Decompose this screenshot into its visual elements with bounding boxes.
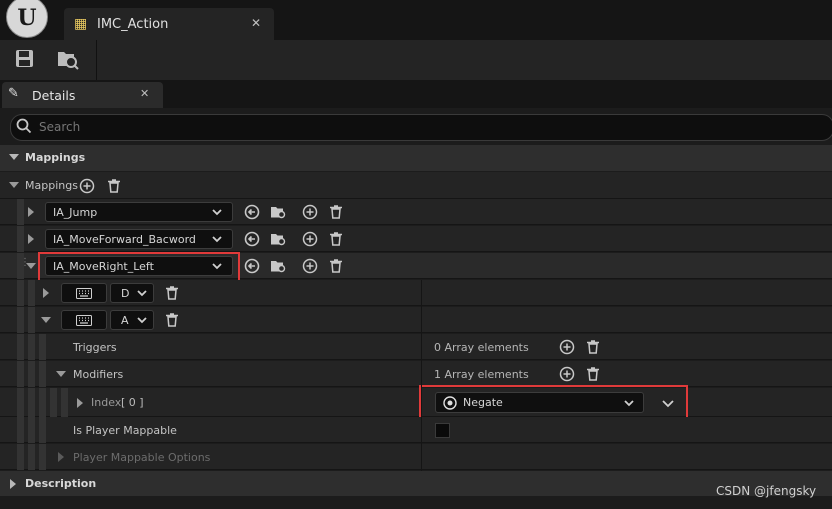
browse-folder-icon[interactable] — [270, 258, 286, 274]
asset-tab-label: IMC_Action — [97, 17, 169, 32]
key-label: A — [121, 314, 129, 327]
mappings-array-row: Mappings — [0, 172, 832, 199]
trash-icon[interactable] — [106, 178, 122, 194]
modifiers-label: Modifiers — [73, 368, 124, 381]
mapping-row-jump: IA_Jump — [0, 199, 832, 225]
index-label: Index — [91, 396, 122, 409]
modifier-index-row: Index [ 0 ] Negate — [0, 388, 832, 417]
use-selected-icon[interactable] — [244, 204, 260, 220]
trash-icon[interactable] — [164, 285, 180, 301]
chevron-down-icon — [212, 209, 222, 216]
expand-arrow-icon[interactable] — [28, 234, 34, 244]
index-number: [ 0 ] — [121, 396, 144, 409]
trash-icon[interactable] — [585, 339, 601, 355]
search-icon — [16, 118, 32, 134]
trash-icon[interactable] — [328, 231, 344, 247]
player-mappable-options-row: Player Mappable Options — [0, 444, 832, 470]
browse-folder-icon[interactable] — [270, 204, 286, 220]
category-label: Mappings — [25, 151, 86, 164]
triggers-label: Triggers — [73, 341, 117, 354]
trash-icon[interactable] — [164, 312, 180, 328]
category-mappings[interactable]: Mappings — [0, 145, 832, 171]
column-divider[interactable] — [421, 280, 422, 472]
highlight-box-action — [38, 252, 240, 282]
save-icon[interactable] — [14, 48, 40, 70]
expand-arrow-icon[interactable] — [10, 479, 16, 489]
collapse-arrow-icon[interactable] — [26, 263, 36, 269]
input-action-label: IA_MoveForward_Bacword — [53, 233, 196, 246]
add-element-icon[interactable] — [79, 178, 95, 194]
trash-icon[interactable] — [585, 366, 601, 382]
browse-asset-icon[interactable] — [56, 48, 82, 70]
add-icon[interactable] — [302, 258, 318, 274]
category-description[interactable]: Description — [0, 471, 832, 496]
mapping-row-move-forward: IA_MoveForward_Bacword — [0, 226, 832, 252]
toolbar-separator — [96, 40, 97, 80]
toolbar — [0, 40, 832, 80]
expand-arrow-icon[interactable] — [28, 207, 34, 217]
details-tab[interactable]: ✎ Details ✕ — [2, 82, 163, 108]
trash-icon[interactable] — [328, 204, 344, 220]
is-player-mappable-row: Is Player Mappable — [0, 417, 832, 443]
category-label: Description — [25, 477, 97, 490]
add-icon[interactable] — [559, 366, 575, 382]
key-row-d: D — [0, 280, 832, 306]
pencil-icon: ✎ — [8, 86, 19, 101]
search-input[interactable] — [39, 118, 739, 135]
asset-tab[interactable]: ▦ IMC_Action ✕ — [64, 8, 274, 40]
key-capture-button[interactable] — [61, 283, 107, 303]
collapse-arrow-icon[interactable] — [9, 182, 19, 188]
modifiers-row: Modifiers 1 Array elements — [0, 361, 832, 387]
search-box[interactable] — [10, 114, 832, 141]
add-icon[interactable] — [559, 339, 575, 355]
expand-arrow-icon[interactable] — [43, 288, 49, 298]
add-icon[interactable] — [302, 231, 318, 247]
keyboard-icon — [76, 288, 92, 299]
mappings-array-label: Mappings — [25, 179, 78, 192]
close-tab-icon[interactable]: ✕ — [251, 16, 261, 30]
browse-folder-icon[interactable] — [270, 231, 286, 247]
close-details-icon[interactable]: ✕ — [140, 87, 149, 100]
trash-icon[interactable] — [328, 258, 344, 274]
add-icon[interactable] — [302, 204, 318, 220]
key-row-a: A — [0, 307, 832, 333]
input-action-combo[interactable]: IA_Jump — [45, 202, 233, 222]
triggers-row: Triggers 0 Array elements — [0, 334, 832, 360]
key-select-combo[interactable]: A — [110, 310, 154, 330]
expand-arrow-icon[interactable] — [77, 398, 83, 408]
key-label: D — [121, 287, 130, 300]
collapse-arrow-icon[interactable] — [41, 317, 51, 323]
key-capture-button[interactable] — [61, 310, 107, 330]
watermark: CSDN @jfengsky — [716, 484, 817, 498]
player-mappable-options-label: Player Mappable Options — [73, 451, 211, 464]
expand-arrow-icon[interactable] — [58, 452, 64, 462]
use-selected-icon[interactable] — [244, 258, 260, 274]
chevron-down-icon — [212, 236, 222, 243]
is-player-mappable-checkbox[interactable] — [435, 423, 450, 438]
triggers-value: 0 Array elements — [434, 341, 529, 354]
key-select-combo[interactable]: D — [110, 283, 154, 303]
details-tab-label: Details — [32, 88, 76, 103]
input-action-combo[interactable]: IA_MoveForward_Bacword — [45, 229, 233, 249]
keyboard-icon — [76, 315, 92, 326]
modifiers-value: 1 Array elements — [434, 368, 529, 381]
chevron-down-icon — [137, 290, 147, 297]
chevron-down-icon — [137, 317, 147, 324]
use-selected-icon[interactable] — [244, 231, 260, 247]
input-mapping-context-icon: ▦ — [74, 16, 88, 32]
collapse-arrow-icon[interactable] — [9, 154, 19, 160]
is-player-mappable-label: Is Player Mappable — [73, 424, 177, 437]
input-action-label: IA_Jump — [53, 206, 98, 219]
collapse-arrow-icon[interactable] — [56, 371, 66, 377]
